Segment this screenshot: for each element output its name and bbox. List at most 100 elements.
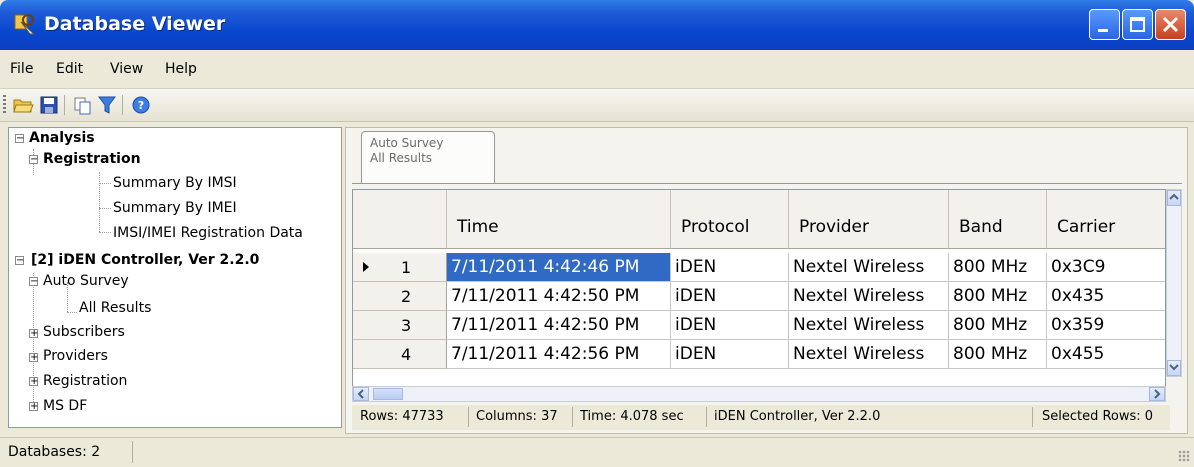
tree-node-summary-imei[interactable]: Summary By IMEI <box>113 200 237 216</box>
collapse-controller-toggle[interactable]: − <box>15 256 24 266</box>
toolbar-grip[interactable] <box>3 95 6 115</box>
row-header[interactable]: 3 <box>353 311 447 340</box>
window-title: Database Viewer <box>44 13 226 35</box>
table-cell-carrier[interactable]: 0x435 <box>1047 282 1165 311</box>
column-header-provider[interactable]: Provider <box>789 190 949 249</box>
app-icon <box>14 14 36 35</box>
scroll-up-button[interactable] <box>1167 190 1181 206</box>
tree-node-imsi-imei-registration[interactable]: IMSI/IMEI Registration Data <box>113 225 303 241</box>
tree-node-registration[interactable]: Registration <box>43 151 141 167</box>
row-number: 2 <box>401 287 412 306</box>
table-cell-provider[interactable]: Nextel Wireless <box>789 282 949 311</box>
column-header-time[interactable]: Time <box>447 190 671 249</box>
tree-node-subscribers[interactable]: Subscribers <box>43 324 125 340</box>
tab-label-line2: All Results <box>370 151 433 165</box>
vertical-scrollbar[interactable] <box>1166 189 1182 377</box>
status-separator <box>706 407 707 427</box>
minimize-button[interactable] <box>1089 9 1120 40</box>
row-header[interactable]: 1 <box>353 253 447 282</box>
table-cell-protocol[interactable]: iDEN <box>671 282 789 311</box>
row-header-corner <box>353 190 447 249</box>
status-row-count: Rows: 47733 <box>360 409 444 424</box>
menu-edit[interactable]: Edit <box>56 61 83 77</box>
close-button[interactable] <box>1155 9 1186 40</box>
table-cell-carrier[interactable]: 0x3C9 <box>1047 253 1165 282</box>
grid-status-strip: Rows: 47733 Columns: 37 Time: 4.078 sec … <box>352 405 1170 430</box>
column-header-carrier[interactable]: Carrier <box>1047 190 1165 249</box>
tree-node-summary-imsi[interactable]: Summary By IMSI <box>113 175 237 191</box>
chevron-right-icon <box>1154 389 1161 399</box>
table-cell-provider[interactable]: Nextel Wireless <box>789 253 949 282</box>
expand-registration-toggle[interactable]: + <box>29 377 38 387</box>
help-icon[interactable]: ? <box>130 94 152 116</box>
table-cell-provider[interactable]: Nextel Wireless <box>789 340 949 369</box>
results-grid: Time Protocol Provider Band Carrier 1 7/… <box>352 189 1166 402</box>
tree-node-all-results[interactable]: All Results <box>79 300 151 316</box>
horizontal-scroll-thumb[interactable] <box>373 388 403 400</box>
tab-auto-survey-all-results[interactable]: Auto Survey All Results <box>361 131 495 183</box>
expand-subscribers-toggle[interactable]: + <box>29 329 38 339</box>
maximize-button[interactable] <box>1122 9 1153 40</box>
horizontal-scrollbar[interactable] <box>352 386 1166 402</box>
tab-label-line1: Auto Survey <box>370 136 444 150</box>
menu-view[interactable]: View <box>110 61 143 77</box>
column-header-protocol[interactable]: Protocol <box>671 190 789 249</box>
resize-grip-icon[interactable] <box>1178 450 1190 462</box>
save-icon[interactable] <box>38 94 60 116</box>
tree-node-providers[interactable]: Providers <box>43 348 108 364</box>
table-cell-carrier[interactable]: 0x455 <box>1047 340 1165 369</box>
table-cell-protocol[interactable]: iDEN <box>671 340 789 369</box>
menu-help[interactable]: Help <box>165 61 197 77</box>
scroll-left-button[interactable] <box>353 387 369 401</box>
copy-icon[interactable] <box>72 94 94 116</box>
tree-node-ms-df[interactable]: MS DF <box>43 398 87 414</box>
collapse-analysis-toggle[interactable]: − <box>15 134 24 144</box>
filter-icon[interactable] <box>96 94 118 116</box>
table-cell-time[interactable]: 7/11/2011 4:42:56 PM <box>447 340 671 369</box>
chevron-left-icon <box>357 389 364 399</box>
table-cell-provider[interactable]: Nextel Wireless <box>789 311 949 340</box>
expand-providers-toggle[interactable]: + <box>29 353 38 363</box>
title-bar[interactable]: Database Viewer <box>0 0 1194 50</box>
table-cell-band[interactable]: 800 MHz <box>949 253 1047 282</box>
scroll-right-button[interactable] <box>1149 387 1165 401</box>
table-cell-protocol[interactable]: iDEN <box>671 253 789 282</box>
chevron-up-icon <box>1169 193 1179 200</box>
table-cell-band[interactable]: 800 MHz <box>949 311 1047 340</box>
status-query-time: Time: 4.078 sec <box>580 409 684 424</box>
menu-file[interactable]: File <box>10 61 33 77</box>
table-cell-band[interactable]: 800 MHz <box>949 340 1047 369</box>
tree-connector <box>67 312 77 313</box>
row-header[interactable]: 4 <box>353 340 447 369</box>
tree-connector <box>33 273 34 408</box>
table-cell-protocol[interactable]: iDEN <box>671 311 789 340</box>
open-folder-icon[interactable] <box>12 94 34 116</box>
table-cell-time[interactable]: 7/11/2011 4:42:46 PM <box>447 253 671 282</box>
tree-connector <box>99 183 111 184</box>
column-header-band[interactable]: Band <box>949 190 1047 249</box>
table-cell-time[interactable]: 7/11/2011 4:42:50 PM <box>447 282 671 311</box>
collapse-auto-survey-toggle[interactable]: − <box>29 277 38 287</box>
collapse-registration-toggle[interactable]: − <box>29 155 38 165</box>
svg-text:?: ? <box>138 99 144 112</box>
table-cell-time[interactable]: 7/11/2011 4:42:50 PM <box>447 311 671 340</box>
scroll-down-button[interactable] <box>1167 360 1181 376</box>
tree-node-registration-2[interactable]: Registration <box>43 373 127 389</box>
tree-node-auto-survey[interactable]: Auto Survey <box>43 273 129 289</box>
tree-node-controller[interactable]: [2] iDEN Controller, Ver 2.2.0 <box>31 252 259 268</box>
database-tree: − Analysis − Registration Summary By IMS… <box>8 127 342 428</box>
tree-node-analysis[interactable]: Analysis <box>29 130 95 146</box>
database-viewer-window: Database Viewer File Edit View Help ? − … <box>0 0 1194 467</box>
row-header[interactable]: 2 <box>353 282 447 311</box>
table-cell-band[interactable]: 800 MHz <box>949 282 1047 311</box>
table-cell-carrier[interactable]: 0x359 <box>1047 311 1165 340</box>
status-separator <box>132 441 133 463</box>
status-separator <box>468 407 469 427</box>
toolbar-separator <box>122 95 123 115</box>
toolbar: ? <box>0 89 1194 122</box>
expand-ms-df-toggle[interactable]: + <box>29 402 38 412</box>
tree-connector <box>99 208 111 209</box>
current-row-arrow-icon <box>363 262 369 272</box>
maximize-icon <box>1130 17 1145 32</box>
tab-strip-border <box>352 183 1182 184</box>
